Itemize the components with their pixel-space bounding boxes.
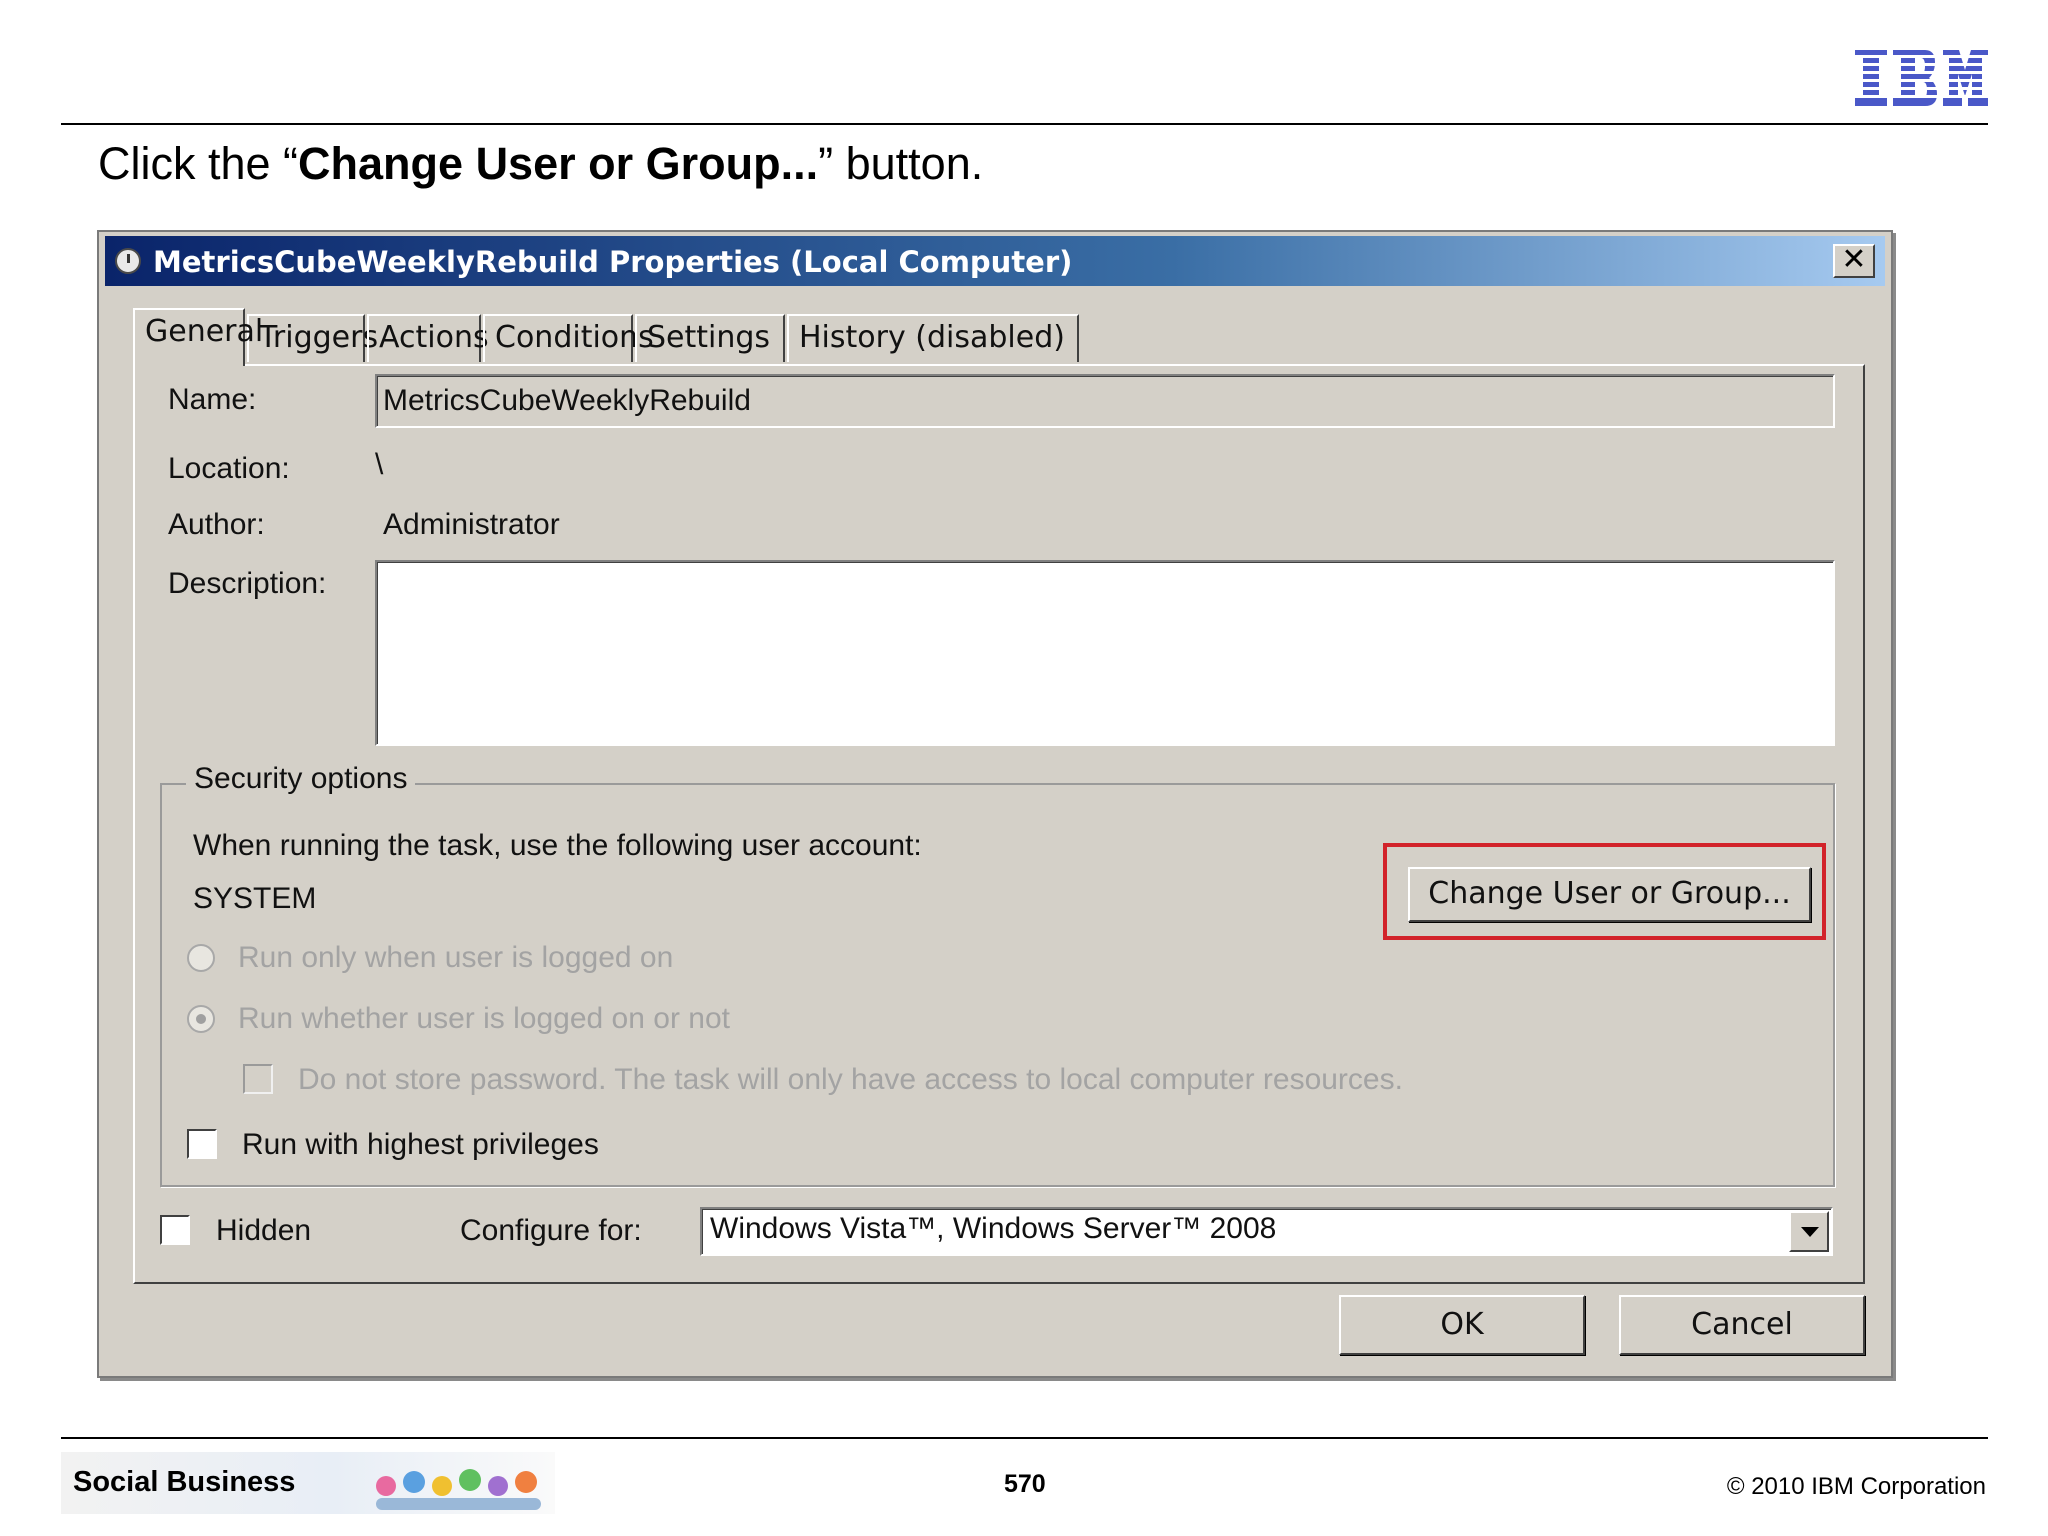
chevron-down-icon[interactable]	[1789, 1211, 1829, 1252]
hidden-checkbox[interactable]	[160, 1215, 190, 1245]
tab-settings[interactable]: Settings	[635, 314, 785, 362]
change-user-or-group-button[interactable]: Change User or Group...	[1408, 867, 1811, 922]
radio-run-only-logged-on[interactable]	[187, 944, 215, 972]
account-prompt: When running the task, use the following…	[193, 829, 922, 862]
dialog-title-bar[interactable]: MetricsCubeWeeklyRebuild Properties (Loc…	[105, 236, 1885, 286]
radio-run-whether-logged-on[interactable]	[187, 1005, 215, 1033]
footer-brand: Social Business	[73, 1466, 296, 1498]
people-graphic-icon	[376, 1469, 541, 1510]
task-clock-icon	[115, 248, 141, 274]
footer-banner: Social Business	[61, 1452, 555, 1514]
header-rule	[61, 123, 1988, 125]
dialog-title: MetricsCubeWeeklyRebuild Properties (Loc…	[153, 245, 1073, 279]
tab-general[interactable]: General	[133, 308, 263, 366]
configure-for-value: Windows Vista™, Windows Server™ 2008	[710, 1212, 1277, 1245]
description-field[interactable]	[375, 560, 1835, 746]
author-label: Author:	[168, 508, 265, 541]
page-number: 570	[1004, 1470, 1046, 1498]
configure-for-select[interactable]: Windows Vista™, Windows Server™ 2008	[700, 1207, 1833, 1256]
tab-actions[interactable]: Actions	[367, 314, 489, 362]
ok-button[interactable]: OK	[1339, 1295, 1585, 1355]
account-value: SYSTEM	[193, 882, 317, 915]
radio-run-only-logged-on-label: Run only when user is logged on	[238, 941, 674, 974]
tab-history[interactable]: History (disabled)	[787, 314, 1079, 362]
do-not-store-password-label: Do not store password. The task will onl…	[298, 1063, 1403, 1096]
hidden-label: Hidden	[216, 1214, 312, 1247]
instruction-suffix: ” button.	[818, 138, 984, 189]
instruction-button-name: Change User or Group...	[298, 138, 819, 189]
configure-for-label: Configure for:	[460, 1214, 642, 1247]
radio-run-whether-logged-on-label: Run whether user is logged on or not	[238, 1002, 730, 1035]
security-options-title: Security options	[186, 762, 416, 796]
ibm-logo	[1855, 50, 1988, 106]
name-label: Name:	[168, 383, 257, 416]
location-value: \	[375, 448, 384, 481]
run-highest-privileges-label: Run with highest privileges	[242, 1128, 599, 1161]
name-field[interactable]: MetricsCubeWeeklyRebuild	[375, 374, 1835, 428]
description-label: Description:	[168, 567, 327, 600]
instruction-prefix: Click the “	[98, 138, 299, 189]
cancel-button[interactable]: Cancel	[1619, 1295, 1865, 1355]
tab-triggers[interactable]: Triggers	[247, 314, 378, 362]
footer-rule	[61, 1437, 1988, 1439]
close-button[interactable]: ✕	[1833, 244, 1875, 278]
instruction-text: Click the “Change User or Group...” butt…	[98, 138, 983, 190]
run-highest-privileges-checkbox[interactable]	[187, 1129, 217, 1159]
location-label: Location:	[168, 452, 290, 485]
tab-conditions[interactable]: Conditions	[483, 314, 654, 362]
copyright-text: © 2010 IBM Corporation	[1726, 1473, 1986, 1500]
author-value: Administrator	[383, 508, 560, 541]
do-not-store-password-checkbox[interactable]	[243, 1064, 273, 1094]
